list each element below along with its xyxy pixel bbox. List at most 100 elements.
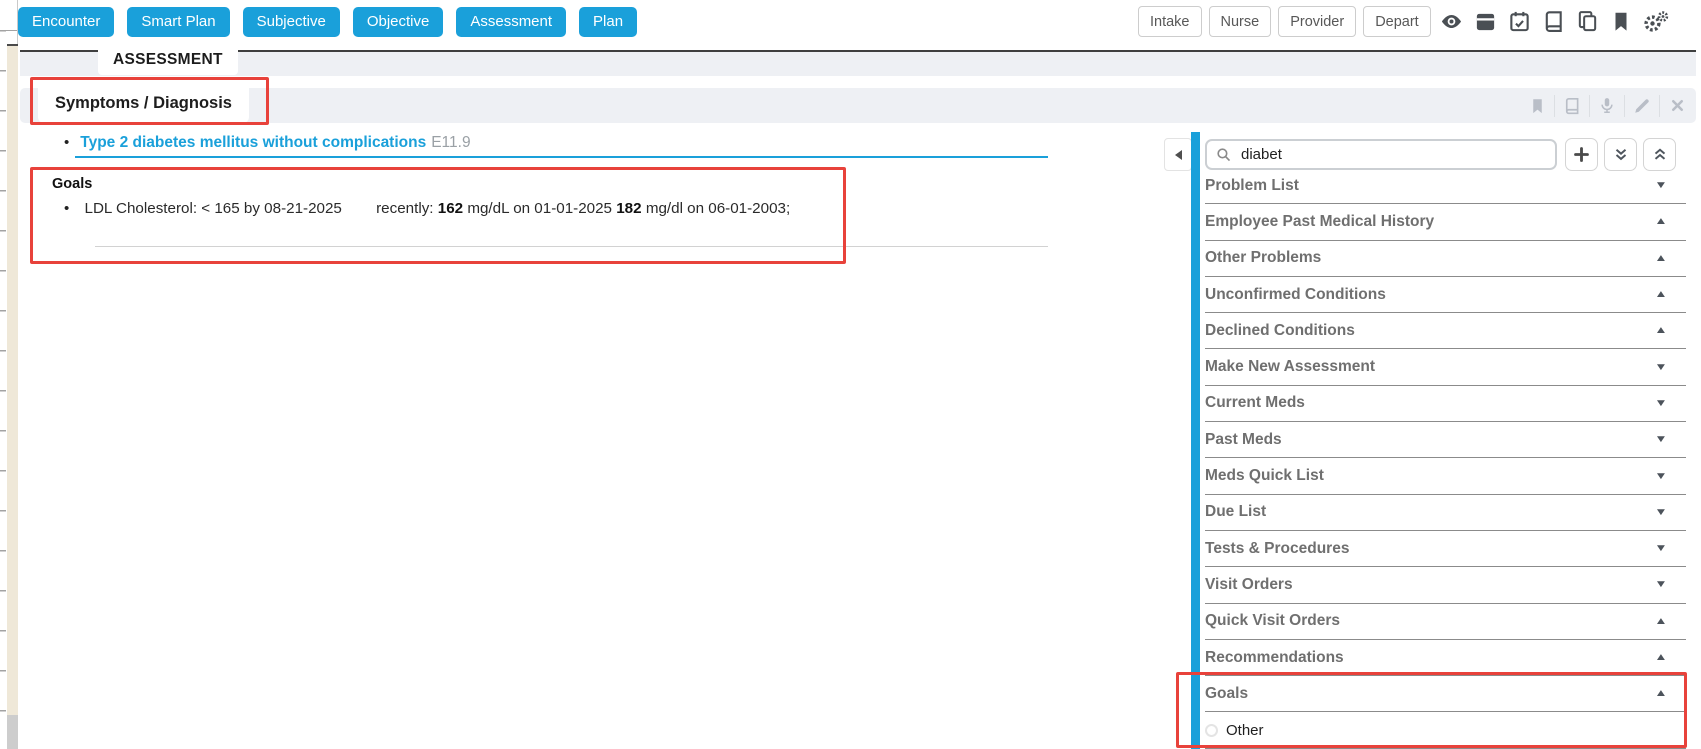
chevron-down-icon[interactable]: ▼ xyxy=(1654,543,1667,554)
chart-nav-buttons: Encounter Smart Plan Subjective Objective As… xyxy=(18,7,638,37)
sidebar-item-label: Current Meds xyxy=(1205,394,1305,412)
sidebar-item-other[interactable]: Other xyxy=(1205,712,1686,749)
stage-button-label: Intake xyxy=(1150,13,1190,30)
sidebar-item-current-meds[interactable]: Current Meds ▼ xyxy=(1205,386,1686,423)
chevron-down-icon[interactable]: ▼ xyxy=(1654,434,1667,445)
book-icon[interactable] xyxy=(1554,94,1589,117)
stage-button[interactable]: Depart xyxy=(1363,6,1431,37)
sidebar-item-unconfirmed-conditions[interactable]: Unconfirmed Conditions ▲ xyxy=(1205,277,1686,314)
sidebar-item-past-meds[interactable]: Past Meds ▼ xyxy=(1205,422,1686,459)
sidebar-item-goals[interactable]: Goals ▲ xyxy=(1205,676,1686,713)
nav-button-label: Objective xyxy=(366,13,430,30)
calendar-check-icon[interactable] xyxy=(1506,6,1533,37)
chevron-down-icon[interactable]: ▼ xyxy=(1654,398,1667,409)
pencil-icon[interactable] xyxy=(1624,94,1659,117)
chevron-up-icon[interactable]: ▲ xyxy=(1654,652,1667,663)
gutter-corner-line xyxy=(0,30,17,31)
sidebar-item-recommendations[interactable]: Recommendations ▲ xyxy=(1205,640,1686,677)
sidebar-item-label: Recommendations xyxy=(1205,648,1344,666)
goal-detail-1: mg/dL on 01-01-2025 xyxy=(467,200,612,217)
sidebar-item-visit-orders[interactable]: Visit Orders ▼ xyxy=(1205,567,1686,604)
collapsed-left-panel-ticks xyxy=(0,30,6,730)
nav-button[interactable]: Smart Plan xyxy=(127,7,230,37)
sidebar-item-label: Meds Quick List xyxy=(1205,467,1324,485)
add-button[interactable] xyxy=(1565,138,1598,171)
collapsed-panel-strip[interactable] xyxy=(7,44,18,715)
goal-detail-2: mg/dl on 06-01-2003; xyxy=(645,200,791,217)
sidebar-collapse-button[interactable] xyxy=(1164,138,1192,171)
chevron-up-icon[interactable]: ▲ xyxy=(1654,253,1667,264)
section-title: Symptoms / Diagnosis xyxy=(55,93,232,112)
stage-button[interactable]: Nurse xyxy=(1208,6,1272,37)
sidebar-item-label: Declined Conditions xyxy=(1205,321,1355,339)
search-input[interactable] xyxy=(1239,145,1533,164)
sidebar-item-label: Goals xyxy=(1205,684,1249,702)
bookmark-icon[interactable] xyxy=(1608,6,1635,37)
sidebar-item-label: Visit Orders xyxy=(1205,575,1293,593)
goal-recently-label: recently: xyxy=(376,200,434,217)
chevron-up-icon[interactable]: ▲ xyxy=(1654,688,1667,699)
archive-icon[interactable] xyxy=(1472,6,1499,37)
chevron-down-icon[interactable]: ▼ xyxy=(1654,471,1667,482)
chevron-down-icon[interactable]: ▼ xyxy=(1654,362,1667,373)
diagnosis-link[interactable]: Type 2 diabetes mellitus without complic… xyxy=(80,134,426,151)
sidebar-item-problem-list[interactable]: Problem List ▼ xyxy=(1205,168,1686,205)
copy-icon[interactable] xyxy=(1574,6,1601,37)
chevron-up-icon[interactable]: ▲ xyxy=(1654,289,1667,300)
nav-button[interactable]: Plan xyxy=(579,7,638,37)
nav-button-label: Subjective xyxy=(256,13,326,30)
chevron-down-icon[interactable]: ▼ xyxy=(1654,507,1667,518)
eye-icon[interactable] xyxy=(1438,6,1465,37)
sidebar-item-other-problems[interactable]: Other Problems ▲ xyxy=(1205,241,1686,277)
sidebar-action-buttons xyxy=(1565,138,1676,171)
sidebar-item-meds-quick-list[interactable]: Meds Quick List ▼ xyxy=(1205,458,1686,495)
bullet-icon: • xyxy=(64,200,70,217)
page-title: ASSESSMENT xyxy=(113,51,223,68)
microphone-icon[interactable] xyxy=(1589,94,1624,117)
sidebar-item-label: Due List xyxy=(1205,503,1267,521)
close-icon[interactable] xyxy=(1659,94,1694,117)
chevron-up-icon[interactable]: ▲ xyxy=(1654,325,1667,336)
stage-button[interactable]: Intake xyxy=(1138,6,1202,37)
book-icon[interactable] xyxy=(1540,6,1567,37)
sidebar-item-label: Quick Visit Orders xyxy=(1205,612,1340,630)
sidebar-item-tests-procedures[interactable]: Tests & Procedures ▼ xyxy=(1205,531,1686,568)
sidebar-item-employee-past-medical-history[interactable]: Employee Past Medical History ▲ xyxy=(1205,204,1686,241)
chevron-down-icon[interactable]: ▼ xyxy=(1654,579,1667,590)
collapsed-panel-strip-end xyxy=(7,715,18,749)
nav-button[interactable]: Encounter xyxy=(18,7,115,37)
goal-value-1: 162 xyxy=(437,200,464,217)
goals-heading: Goals xyxy=(52,176,93,192)
sidebar-search-box xyxy=(1205,139,1557,170)
nav-button-label: Plan xyxy=(593,13,624,30)
section-title-chip[interactable]: Symptoms / Diagnosis xyxy=(38,83,249,123)
nav-button[interactable]: Assessment xyxy=(456,7,567,37)
collapse-all-button[interactable] xyxy=(1643,138,1676,171)
sidebar-item-quick-visit-orders[interactable]: Quick Visit Orders ▲ xyxy=(1205,604,1686,640)
bookmark-icon[interactable] xyxy=(1520,95,1554,117)
sidebar-item-label: Make New Assessment xyxy=(1205,358,1376,376)
nav-button-label: Encounter xyxy=(32,13,101,30)
settings-gears-icon[interactable] xyxy=(1642,6,1669,37)
stage-button[interactable]: Provider xyxy=(1278,6,1357,37)
section-header-icons xyxy=(1520,88,1694,123)
goal-underline xyxy=(95,246,1048,247)
sidebar-item-make-new-assessment[interactable]: Make New Assessment ▼ xyxy=(1205,349,1686,386)
nav-button[interactable]: Subjective xyxy=(242,7,340,37)
nav-button-label: Smart Plan xyxy=(141,13,216,30)
sidebar-item-declined-conditions[interactable]: Declined Conditions ▲ xyxy=(1205,313,1686,350)
goal-target: LDL Cholesterol: < 165 by 08-21-2025 xyxy=(84,200,342,217)
expand-all-button[interactable] xyxy=(1604,138,1637,171)
sidebar-item-due-list[interactable]: Due List ▼ xyxy=(1205,495,1686,531)
chevron-up-icon[interactable]: ▲ xyxy=(1654,616,1667,627)
search-icon xyxy=(1217,148,1231,162)
goal-entry[interactable]: • LDL Cholesterol: < 165 by 08-21-2025 r… xyxy=(64,200,790,217)
chevron-up-icon[interactable]: ▲ xyxy=(1654,216,1667,227)
ehr-assessment-screen: Encounter Smart Plan Subjective Objective As… xyxy=(0,0,1701,749)
sidebar-section-list: Problem List ▼ Employee Past Medical His… xyxy=(1205,168,1686,749)
nav-button[interactable]: Objective xyxy=(352,7,444,37)
radio-icon[interactable] xyxy=(1205,723,1218,737)
chevron-down-icon[interactable]: ▼ xyxy=(1654,180,1667,191)
sidebar-item-label: Tests & Procedures xyxy=(1205,539,1350,557)
stage-button-label: Provider xyxy=(1290,13,1345,30)
